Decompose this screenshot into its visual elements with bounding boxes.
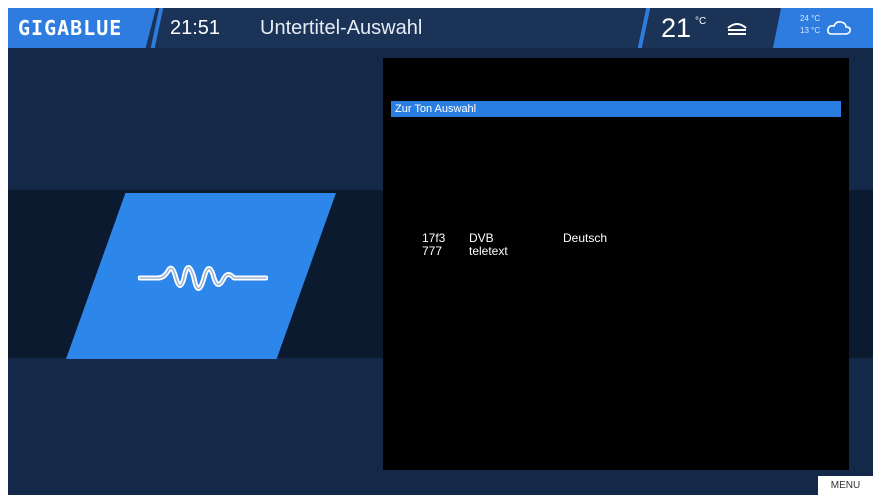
menu-button[interactable]: MENU xyxy=(818,476,873,495)
page-title: Untertitel-Auswahl xyxy=(260,17,423,39)
track-type: teletext xyxy=(469,244,508,258)
box-icon xyxy=(727,23,747,35)
weather-low: 13 °C xyxy=(800,26,821,35)
clock-time: 21:51 xyxy=(170,17,221,39)
panel-selected-row[interactable]: Zur Ton Auswahl xyxy=(391,101,841,117)
weather-box xyxy=(773,8,873,48)
subtitle-selection-panel: Zur Ton Auswahl 17f3 DVB Deutsch 777 tel… xyxy=(383,58,849,470)
weather-high: 24 °C xyxy=(800,14,821,23)
divider xyxy=(637,8,651,48)
list-item[interactable]: 17f3 DVB Deutsch xyxy=(383,232,849,245)
cloud-icon xyxy=(827,21,851,35)
track-id: 777 xyxy=(422,244,443,258)
top-bar: GIGABLUE 21:51 Untertitel-Auswahl 21 °C … xyxy=(8,8,873,48)
temperature-unit: °C xyxy=(695,16,707,27)
temperature-value: 21 xyxy=(661,13,692,43)
brand-logo: GIGABLUE xyxy=(18,16,123,40)
track-language: Deutsch xyxy=(563,231,608,245)
audio-wave-icon xyxy=(138,265,268,291)
tv-screen: GIGABLUE 21:51 Untertitel-Auswahl 21 °C … xyxy=(8,8,873,495)
list-item[interactable]: 777 teletext xyxy=(383,245,849,258)
